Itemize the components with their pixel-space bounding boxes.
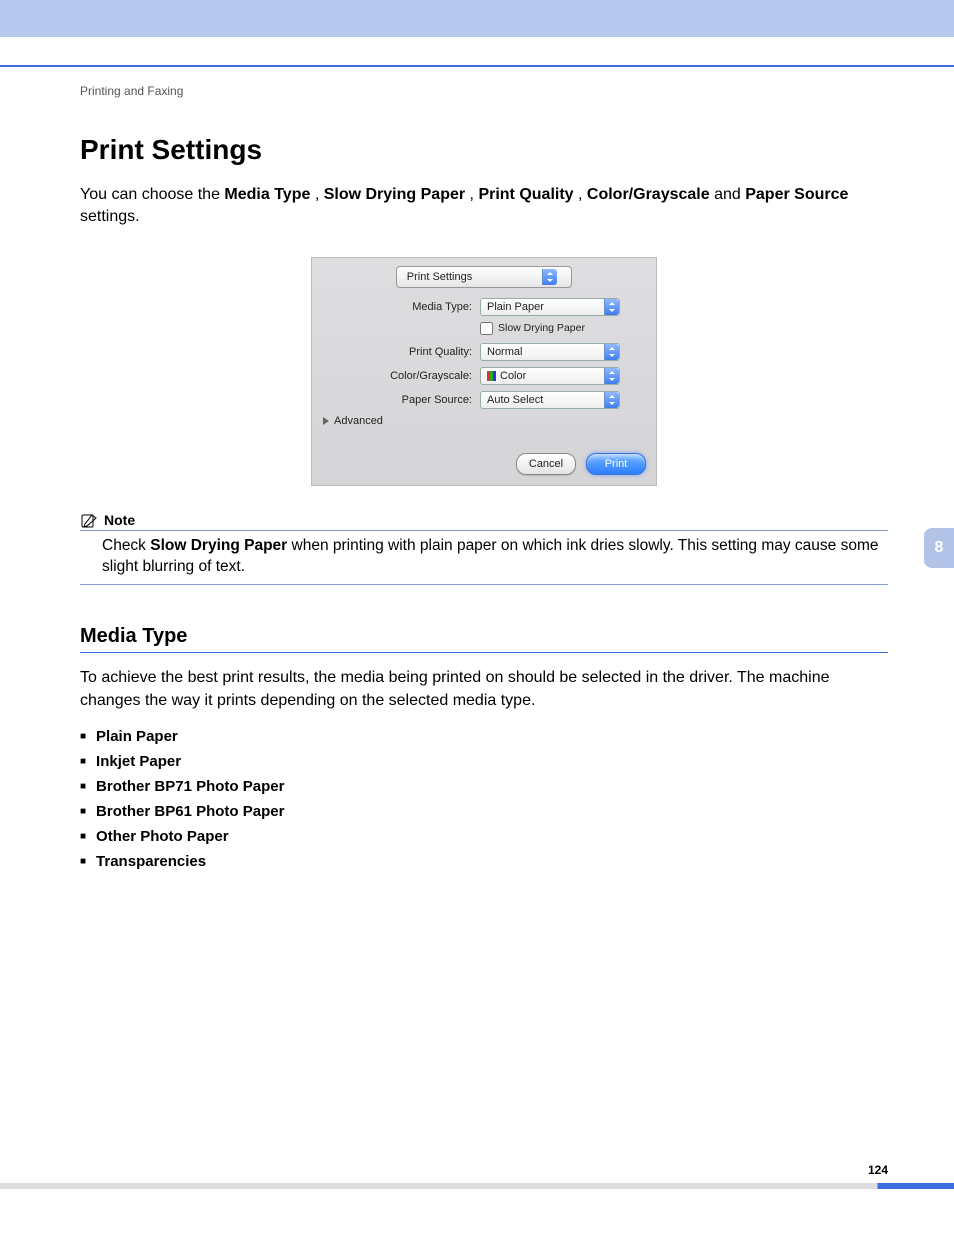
print-quality-select[interactable]: Normal xyxy=(480,343,620,361)
color-grayscale-value: Color xyxy=(500,370,526,382)
header-rule xyxy=(0,65,954,67)
note-keyword: Slow Drying Paper xyxy=(150,537,287,554)
updown-icon xyxy=(604,299,619,315)
list-item: Other Photo Paper xyxy=(80,824,888,849)
list-item: Inkjet Paper xyxy=(80,749,888,774)
footer-rule xyxy=(0,1183,954,1189)
slow-drying-label: Slow Drying Paper xyxy=(498,322,585,334)
list-item: Plain Paper xyxy=(80,724,888,749)
advanced-label: Advanced xyxy=(334,415,383,427)
intro-kw: Print Quality xyxy=(478,186,573,203)
color-grayscale-label: Color/Grayscale: xyxy=(322,370,480,382)
color-swatch-icon xyxy=(487,371,496,381)
page-title: Print Settings xyxy=(80,134,888,166)
list-item: Brother BP61 Photo Paper xyxy=(80,799,888,824)
print-settings-panel: Print Settings Media Type: Plain Paper S… xyxy=(311,257,657,486)
intro-paragraph: You can choose the Media Type , Slow Dry… xyxy=(80,184,888,229)
media-type-select[interactable]: Plain Paper xyxy=(480,298,620,316)
print-button[interactable]: Print xyxy=(586,453,646,475)
media-type-value: Plain Paper xyxy=(481,301,604,313)
note-icon xyxy=(80,513,98,529)
panel-tab-selector[interactable]: Print Settings xyxy=(396,266,572,288)
intro-text: You can choose the xyxy=(80,186,224,203)
intro-kw: Slow Drying Paper xyxy=(324,186,465,203)
paper-source-value: Auto Select xyxy=(481,394,604,406)
media-type-list: Plain Paper Inkjet Paper Brother BP71 Ph… xyxy=(80,724,888,874)
updown-icon xyxy=(542,269,557,285)
media-type-label: Media Type: xyxy=(322,301,480,313)
list-item: Brother BP71 Photo Paper xyxy=(80,774,888,799)
updown-icon xyxy=(604,344,619,360)
print-quality-label: Print Quality: xyxy=(322,346,480,358)
section-rule xyxy=(80,652,888,653)
section-heading: Media Type xyxy=(80,625,888,648)
advanced-disclosure[interactable]: Advanced xyxy=(322,415,646,427)
intro-kw: Color/Grayscale xyxy=(587,186,710,203)
page-number: 124 xyxy=(868,1163,888,1177)
running-header: Printing and Faxing xyxy=(80,84,888,98)
updown-icon xyxy=(604,368,619,384)
intro-kw: Paper Source xyxy=(745,186,848,203)
section-body: To achieve the best print results, the m… xyxy=(80,667,888,712)
chapter-tab: 8 xyxy=(924,528,954,568)
intro-kw: Media Type xyxy=(224,186,310,203)
cancel-button[interactable]: Cancel xyxy=(516,453,576,475)
note-block: Note Check Slow Drying Paper when printi… xyxy=(80,512,888,585)
paper-source-select[interactable]: Auto Select xyxy=(480,391,620,409)
print-quality-value: Normal xyxy=(481,346,604,358)
slow-drying-checkbox[interactable] xyxy=(480,322,493,335)
updown-icon xyxy=(604,392,619,408)
panel-tab-label: Print Settings xyxy=(407,271,472,283)
header-bar xyxy=(0,0,954,37)
color-grayscale-select[interactable]: Color xyxy=(480,367,620,385)
disclosure-triangle-icon xyxy=(322,417,330,425)
list-item: Transparencies xyxy=(80,849,888,874)
note-heading: Note xyxy=(104,512,135,528)
paper-source-label: Paper Source: xyxy=(322,394,480,406)
